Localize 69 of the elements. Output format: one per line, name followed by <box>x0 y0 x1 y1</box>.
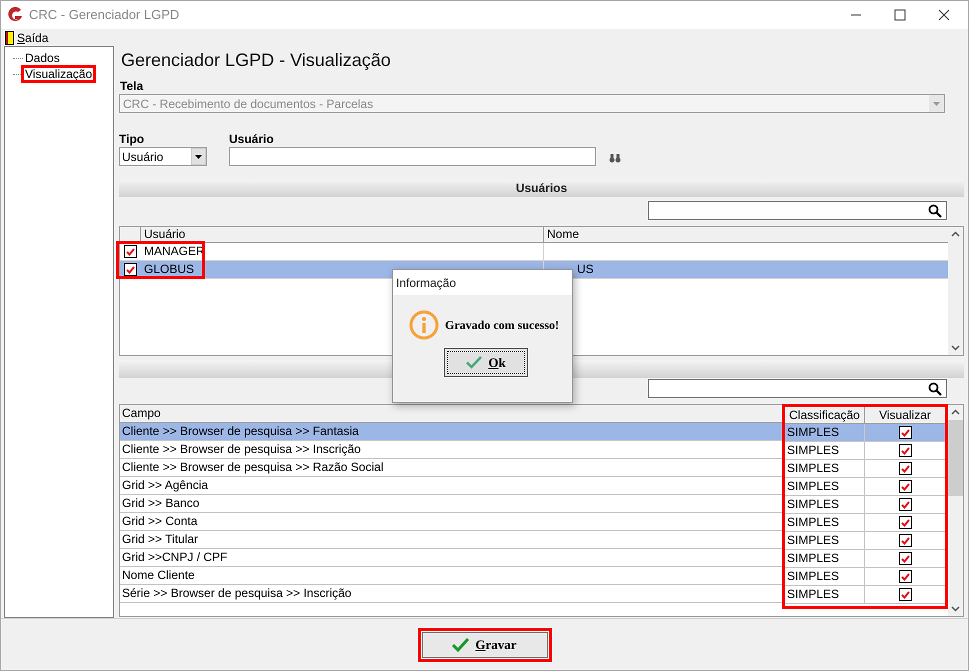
table-row[interactable]: MANAGER <box>120 243 948 261</box>
dropdown-arrow-icon[interactable] <box>191 148 206 165</box>
save-button[interactable]: Gravar <box>422 632 548 658</box>
scrollbar[interactable] <box>948 227 963 355</box>
table-cell: SIMPLES <box>785 460 865 477</box>
column-header[interactable]: Visualizar <box>865 407 945 423</box>
checkmark-icon <box>466 356 482 369</box>
tela-label: Tela <box>120 78 144 91</box>
table-cell[interactable]: Cliente >> Browser de pesquisa >> Razão Social <box>120 459 783 477</box>
table-cell: US <box>577 262 594 276</box>
exit-door-icon <box>5 30 14 44</box>
usuario-field[interactable] <box>229 147 596 166</box>
tree-item[interactable]: Visualização <box>23 67 94 81</box>
checkbox[interactable] <box>898 516 912 529</box>
column-header[interactable]: Usuário <box>141 227 544 242</box>
tipo-label: Tipo <box>119 131 146 144</box>
section-title: Usuários <box>516 180 568 197</box>
table-cell[interactable]: Grid >> Banco <box>120 495 783 513</box>
table-cell: SIMPLES <box>785 532 865 549</box>
checkbox[interactable] <box>898 498 912 511</box>
usuario-label: Usuário <box>229 131 275 144</box>
table-cell: SIMPLES <box>785 478 865 495</box>
binoculars-icon[interactable] <box>609 153 621 163</box>
checkbox[interactable] <box>124 245 137 258</box>
search-field[interactable] <box>648 379 947 398</box>
checkbox[interactable] <box>898 534 912 547</box>
search-icon <box>928 204 942 218</box>
info-icon <box>409 310 439 340</box>
app-logo-icon <box>6 6 24 24</box>
table-cell: MANAGER <box>141 243 544 260</box>
ok-button[interactable]: Ok <box>444 348 528 377</box>
column-header[interactable]: Nome <box>544 227 948 242</box>
page-heading: Gerenciador LGPD - Visualização <box>121 49 392 72</box>
checkbox[interactable] <box>124 263 137 276</box>
table-cell: SIMPLES <box>785 442 865 459</box>
column-header[interactable]: Classificação <box>785 407 865 423</box>
checkbox[interactable] <box>898 570 912 583</box>
window-title: CRC - Gerenciador LGPD <box>29 6 180 24</box>
table-cell: SIMPLES <box>785 568 865 585</box>
table-cell[interactable]: Cliente >> Browser de pesquisa >> Inscrição <box>120 441 783 459</box>
table-cell[interactable]: Cliente >> Browser de pesquisa >> Fantasia <box>120 423 783 441</box>
checkbox[interactable] <box>898 552 912 565</box>
search-icon <box>928 382 942 396</box>
checkbox[interactable] <box>898 444 912 457</box>
table-cell[interactable]: Nome Cliente <box>120 567 783 585</box>
checkbox[interactable] <box>898 426 912 439</box>
search-field[interactable] <box>648 201 947 220</box>
table-cell[interactable]: Grid >> Conta <box>120 513 783 531</box>
table-cell: SIMPLES <box>785 550 865 567</box>
table-cell: SIMPLES <box>785 514 865 531</box>
maximize-icon[interactable] <box>894 9 906 21</box>
checkbox[interactable] <box>898 480 912 493</box>
table-cell[interactable]: Grid >>CNPJ / CPF <box>120 549 783 567</box>
tipo-dropdown[interactable]: Usuário <box>119 147 207 166</box>
close-icon[interactable] <box>938 9 950 21</box>
scrollbar[interactable] <box>948 405 963 616</box>
table-cell: SIMPLES <box>785 496 865 513</box>
tree-item[interactable]: Dados <box>23 51 62 65</box>
column-header[interactable]: Campo <box>120 405 783 423</box>
table-cell: SIMPLES <box>785 586 865 603</box>
table-cell: SIMPLES <box>785 424 865 441</box>
checkmark-icon <box>452 638 470 652</box>
menu-item[interactable]: Saída <box>17 28 48 46</box>
checkbox[interactable] <box>898 462 912 475</box>
table-cell[interactable]: Grid >> Agência <box>120 477 783 495</box>
table-cell[interactable]: Grid >> Titular <box>120 531 783 549</box>
table-cell[interactable]: Série >> Browser de pesquisa >> Inscrição <box>120 585 783 603</box>
checkbox[interactable] <box>898 588 912 601</box>
dialog-message: Gravado com sucesso! <box>445 317 559 334</box>
